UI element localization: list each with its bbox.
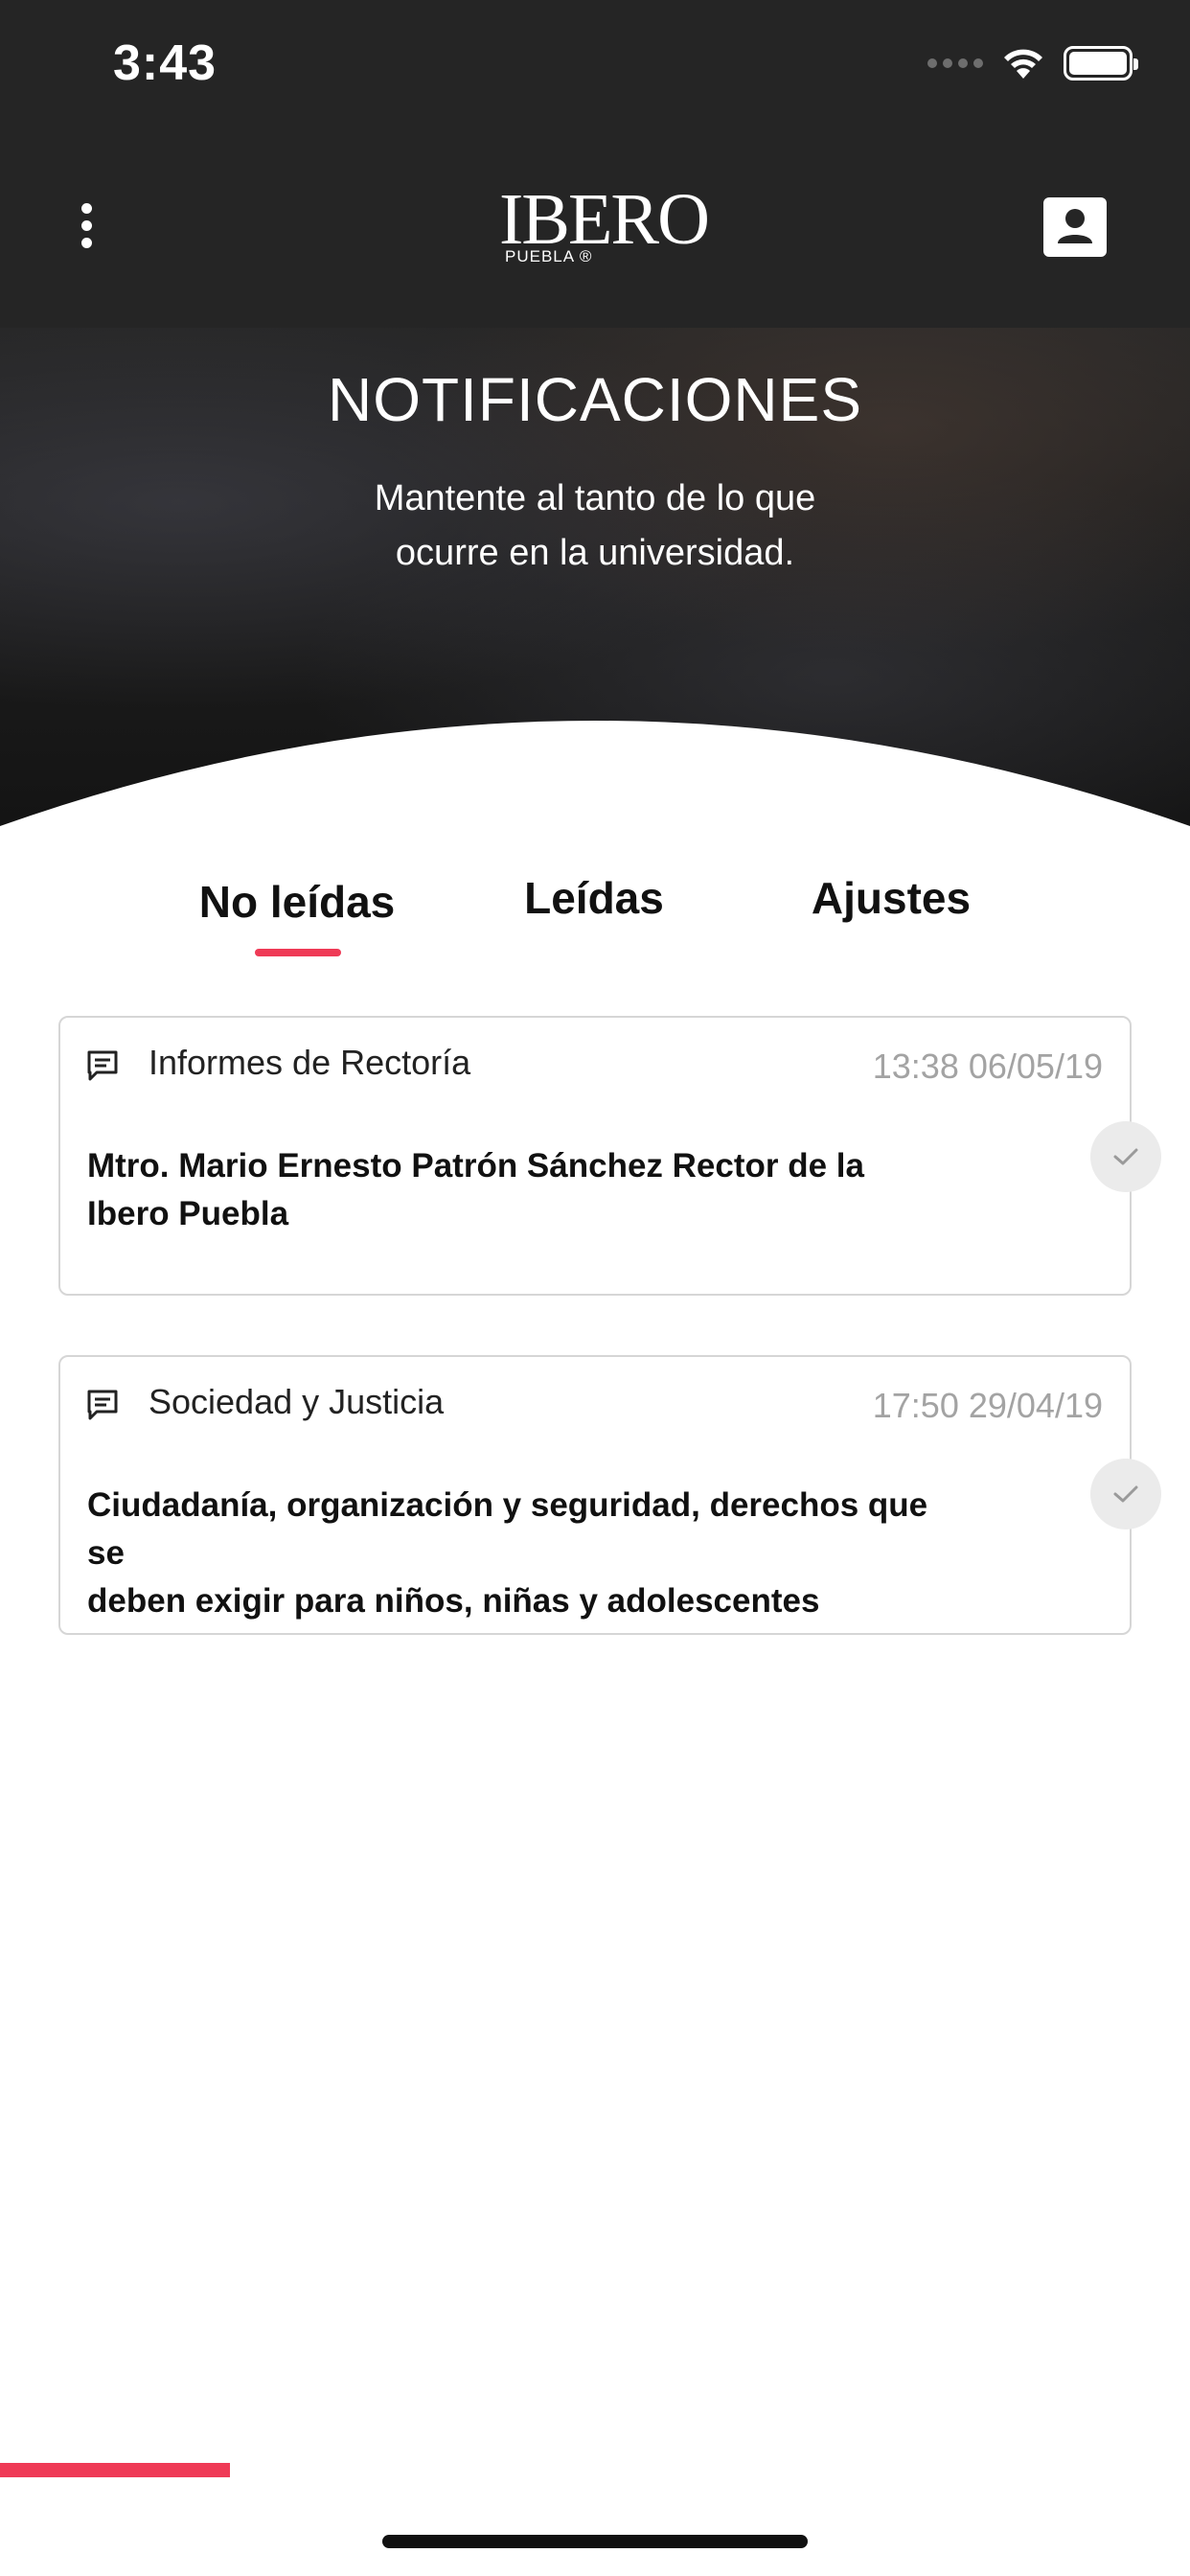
page-subtitle: Mantente al tanto de lo que ocurre en la… xyxy=(326,472,864,581)
ibero-logo: IBERO PUEBLA ® xyxy=(499,178,710,274)
notification-title-line-1: Mtro. Mario Ernesto Patrón Sánchez Recto… xyxy=(87,1147,864,1184)
status-time: 3:43 xyxy=(113,35,217,91)
subtitle-line-2: ocurre en la universidad. xyxy=(395,533,795,573)
tab-bar: No leídas Leídas Ajustes xyxy=(0,862,1190,968)
home-indicator[interactable] xyxy=(382,2535,808,2548)
notification-title-line-2: Ibero Puebla xyxy=(87,1195,289,1232)
notification-category: Sociedad y Justicia xyxy=(149,1382,445,1421)
tab-settings[interactable]: Ajustes xyxy=(786,872,996,924)
logo-sub-text: PUEBLA ® xyxy=(505,247,593,265)
notifications-screen: 3:43 IBERO PUEBLA ® NOTIFICACIONES Mante… xyxy=(0,0,1190,2576)
notification-card[interactable]: Sociedad y Justicia 17:50 29/04/19 Ciuda… xyxy=(58,1355,1132,1635)
user-profile-icon xyxy=(1058,209,1092,243)
status-icons xyxy=(927,42,1138,84)
signal-dots-icon xyxy=(927,58,983,68)
battery-icon xyxy=(1064,46,1138,80)
notification-title-line-2: deben exigir para niños, niñas y adolesc… xyxy=(87,1582,820,1620)
notification-timestamp: 17:50 29/04/19 xyxy=(872,1386,1103,1425)
hero-banner: NOTIFICACIONES Mantente al tanto de lo q… xyxy=(0,328,1190,826)
top-bar: 3:43 IBERO PUEBLA ® xyxy=(0,0,1190,328)
profile-button[interactable] xyxy=(1043,197,1107,257)
mark-read-button[interactable] xyxy=(1090,1121,1161,1192)
message-icon xyxy=(87,1390,118,1420)
page-title: NOTIFICACIONES xyxy=(327,365,863,434)
notification-category: Informes de Rectoría xyxy=(149,1043,471,1082)
hero-curve xyxy=(0,721,1190,826)
notification-title-line-1: Ciudadanía, organización y seguridad, de… xyxy=(87,1486,928,1572)
subtitle-line-1: Mantente al tanto de lo que xyxy=(374,478,816,518)
vertical-ellipsis-icon xyxy=(80,202,92,214)
tab-unread[interactable]: No leídas xyxy=(182,876,412,928)
mark-read-button[interactable] xyxy=(1090,1459,1161,1530)
checkmark-icon xyxy=(1113,1148,1138,1165)
wifi-icon xyxy=(1004,49,1042,79)
message-icon xyxy=(87,1050,118,1081)
tab-read[interactable]: Leídas xyxy=(498,872,690,924)
notification-title: Mtro. Mario Ernesto Patrón Sánchez Recto… xyxy=(87,1142,950,1238)
active-tab-indicator xyxy=(255,949,341,956)
notification-timestamp: 13:38 06/05/19 xyxy=(872,1046,1103,1086)
notification-title: Ciudadanía, organización y seguridad, de… xyxy=(87,1482,950,1625)
progress-bar xyxy=(0,2463,230,2477)
checkmark-icon xyxy=(1113,1485,1138,1503)
menu-button[interactable] xyxy=(67,192,105,259)
notification-card[interactable]: Informes de Rectoría 13:38 06/05/19 Mtro… xyxy=(58,1016,1132,1296)
